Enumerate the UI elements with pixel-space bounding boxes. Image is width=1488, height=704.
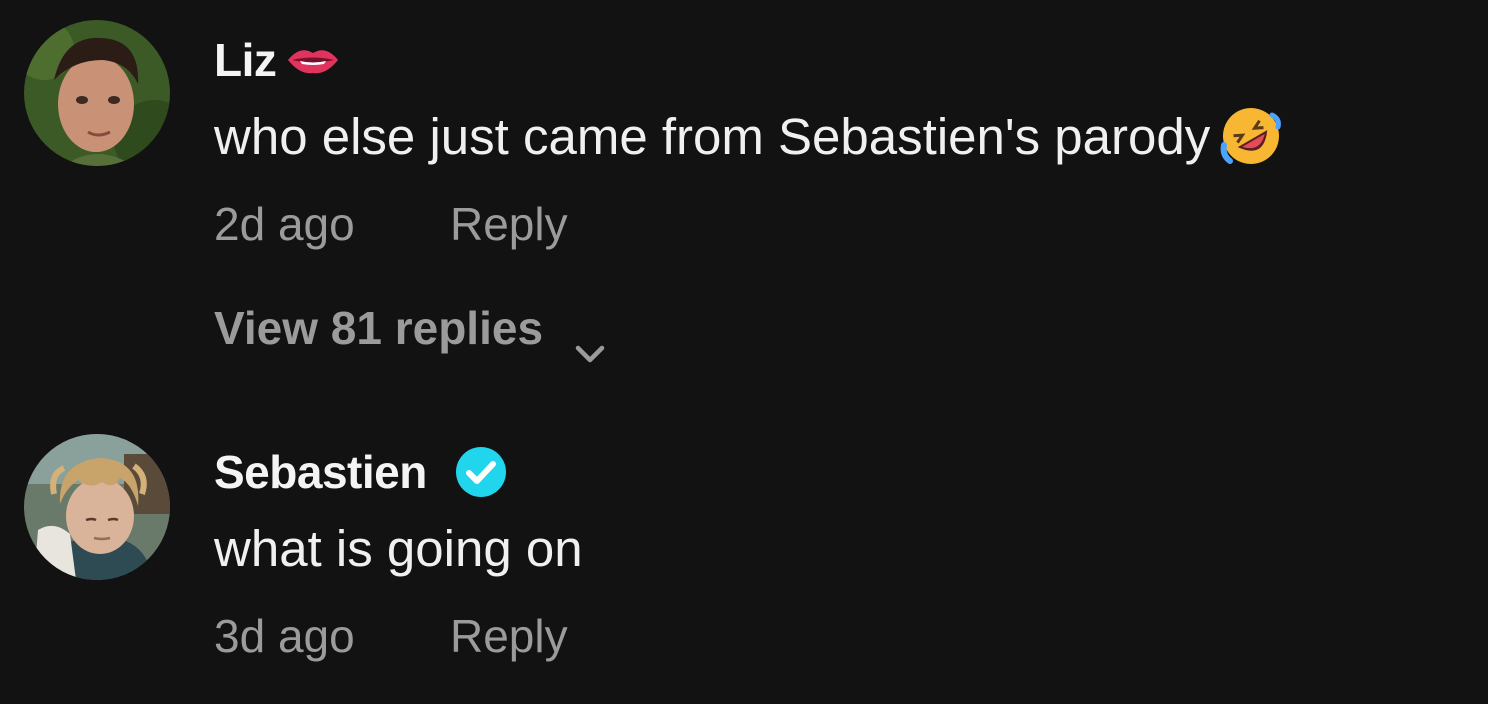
- comment-text-row: what is going on: [214, 512, 1468, 584]
- username-row: Liz: [214, 30, 1468, 90]
- comment-timestamp: 3d ago: [214, 610, 355, 662]
- avatar-image: [24, 434, 170, 580]
- view-replies-button[interactable]: View 81 replies: [214, 298, 1468, 363]
- username[interactable]: Liz: [214, 33, 277, 87]
- comment-item: Liz who else just came from Sebastien's …: [0, 0, 1488, 400]
- comment-item: Sebastien what is going on 3d ago Reply: [0, 420, 1488, 704]
- avatar[interactable]: [24, 20, 170, 166]
- comment-text: what is going on: [214, 519, 583, 577]
- comment-text: who else just came from Sebastien's paro…: [214, 107, 1211, 165]
- comment-meta: 3d ago Reply: [214, 606, 1468, 666]
- comment-body: Liz who else just came from Sebastien's …: [214, 0, 1468, 363]
- lips-emoji-icon: [286, 45, 340, 75]
- reply-button[interactable]: Reply: [450, 197, 568, 251]
- comment-timestamp: 2d ago: [214, 198, 355, 250]
- view-replies-label: View 81 replies: [214, 302, 544, 354]
- comment-body: Sebastien what is going on 3d ago Reply: [214, 420, 1468, 666]
- username-row: Sebastien: [214, 442, 1468, 502]
- verified-badge-icon: [455, 446, 507, 498]
- comment-meta: 2d ago Reply: [214, 194, 1468, 254]
- comment-text-row: who else just came from Sebastien's paro…: [214, 100, 1468, 172]
- avatar[interactable]: [24, 434, 170, 580]
- username[interactable]: Sebastien: [214, 445, 427, 499]
- rolling-on-floor-laughing-emoji-icon: [1220, 105, 1282, 167]
- avatar-image: [24, 20, 170, 166]
- chevron-down-icon: [573, 322, 607, 363]
- reply-button[interactable]: Reply: [450, 609, 568, 663]
